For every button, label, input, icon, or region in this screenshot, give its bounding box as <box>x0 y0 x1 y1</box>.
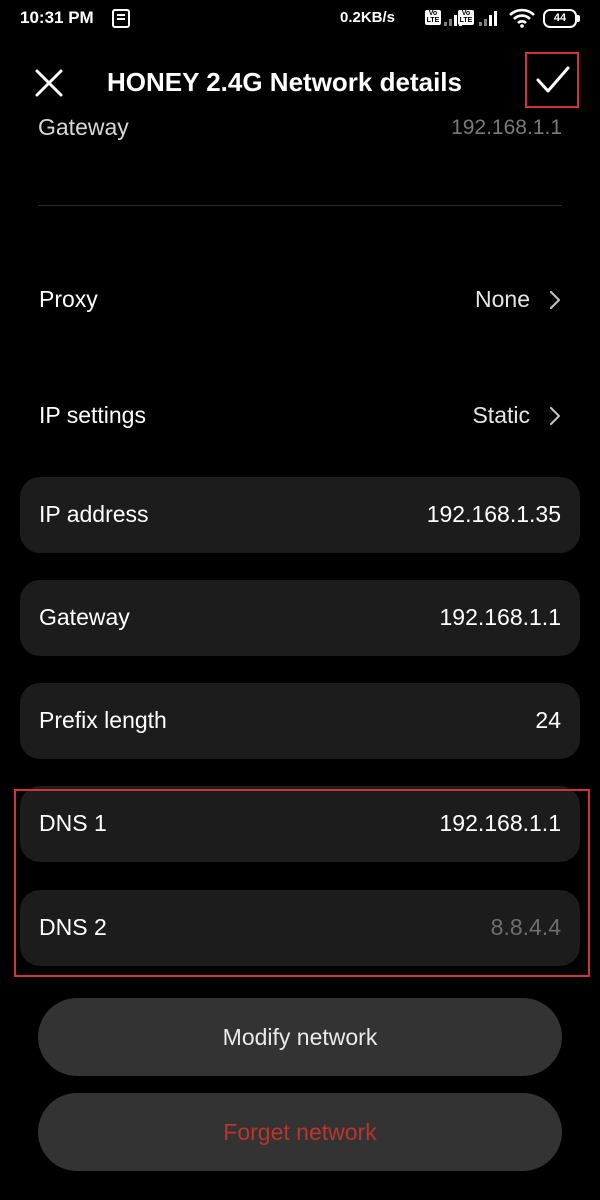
dns2-input[interactable]: 8.8.4.4 <box>491 914 561 941</box>
partial-gateway-value: 192.168.1.1 <box>451 116 562 139</box>
forget-network-button[interactable]: Forget network <box>38 1093 562 1171</box>
ip-address-label: IP address <box>39 501 149 527</box>
status-bar: 10:31 PM 0.2KB/s Vo LTE Vo LTE 44 <box>0 0 600 38</box>
dns2-field[interactable]: DNS 2 8.8.4.4 <box>20 890 580 966</box>
app-header: HONEY 2.4G Network details <box>0 50 600 116</box>
notification-app-icon <box>112 9 130 28</box>
page-title: HONEY 2.4G Network details <box>107 67 462 97</box>
status-time: 10:31 PM <box>20 8 94 27</box>
prefix-length-field[interactable]: Prefix length 24 <box>20 683 580 759</box>
partial-gateway-row: Gateway 192.168.1.1 <box>38 110 562 150</box>
gateway-value[interactable]: 192.168.1.1 <box>439 604 561 631</box>
dns2-label: DNS 2 <box>39 914 107 940</box>
proxy-value: None <box>475 286 530 312</box>
wifi-icon <box>509 8 535 28</box>
confirm-button[interactable] <box>525 52 579 108</box>
chevron-right-icon <box>550 407 560 425</box>
ip-address-field[interactable]: IP address 192.168.1.35 <box>20 477 580 553</box>
volte-icon: Vo LTE <box>425 10 441 25</box>
prefix-length-value[interactable]: 24 <box>535 707 561 734</box>
ip-settings-value: Static <box>472 402 530 428</box>
gateway-label: Gateway <box>39 604 130 630</box>
section-divider <box>38 205 562 206</box>
modify-network-button[interactable]: Modify network <box>38 998 562 1076</box>
prefix-length-label: Prefix length <box>39 707 167 733</box>
dns1-value[interactable]: 192.168.1.1 <box>439 810 561 837</box>
proxy-row[interactable]: Proxy None <box>38 270 562 330</box>
close-icon <box>35 69 63 97</box>
ip-address-value[interactable]: 192.168.1.35 <box>427 501 561 528</box>
chevron-right-icon <box>550 291 560 309</box>
partial-gateway-label: Gateway <box>38 114 129 140</box>
battery-icon: 44 <box>543 9 580 28</box>
checkmark-icon <box>536 66 570 93</box>
gateway-field[interactable]: Gateway 192.168.1.1 <box>20 580 580 656</box>
network-speed: 0.2KB/s <box>340 9 396 26</box>
ip-settings-row[interactable]: IP settings Static <box>38 386 562 446</box>
dns1-label: DNS 1 <box>39 810 107 836</box>
proxy-label: Proxy <box>39 286 98 312</box>
ip-settings-label: IP settings <box>39 402 146 428</box>
cell-signal-icon <box>479 10 499 26</box>
volte-icon: Vo LTE <box>458 10 474 25</box>
dns1-field[interactable]: DNS 1 192.168.1.1 <box>20 786 580 862</box>
close-button[interactable] <box>30 64 68 102</box>
